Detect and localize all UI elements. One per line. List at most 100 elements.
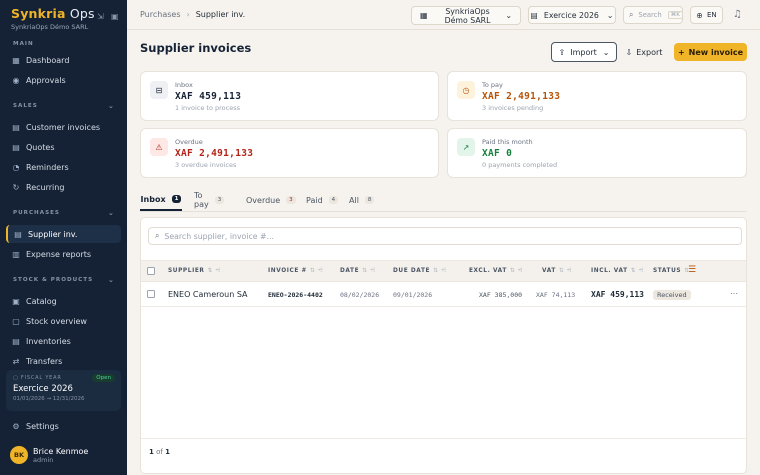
tab-divider <box>140 211 747 212</box>
shortcut-kbd: ⌘K <box>667 11 683 19</box>
main-content: Supplier invoices ⇪ Import ⌄ ⇩ Export + New … <box>127 31 760 475</box>
fiscal-year-selector[interactable]: ▤ Exercice 2026 ⌄ <box>528 6 616 24</box>
chevron-right-icon: › <box>186 10 190 19</box>
sidebar-item-recurring[interactable]: ↻ Recurring <box>6 178 121 196</box>
sidebar-toggle-icon[interactable]: ▣ <box>111 13 119 21</box>
sidebar: Synkria Ops SynkriaOps Démo SARL ⇲ ▣ MAI… <box>0 0 127 475</box>
table-header: SUPPLIER ⇅ ⩤ INVOICE # ⇅ ⩤ DATE ⇅ ⩤ DUE DAT… <box>141 260 746 282</box>
fiscal-year-range: 01/01/2026 → 12/31/2026 <box>13 396 85 402</box>
stat-value: XAF 2,491,133 <box>482 91 561 102</box>
box-icon: ▢ <box>12 316 20 326</box>
chevron-down-icon: ⌄ <box>505 11 513 20</box>
chevron-down-icon: ⌄ <box>108 102 115 110</box>
sidebar-item-catalog[interactable]: ▣ Catalog <box>6 292 121 310</box>
trend-up-icon: ↗ <box>457 138 475 156</box>
tab-to-pay[interactable]: To pay 3 <box>194 189 225 211</box>
table-search-input[interactable]: ⌕ Search supplier, invoice #... <box>148 227 742 245</box>
avatar: BK <box>10 446 28 464</box>
tab-overdue[interactable]: Overdue 3 <box>246 189 296 211</box>
brand-org: SynkriaOps Démo SARL <box>11 23 89 31</box>
col-due-date[interactable]: DUE DATE ⇅ ⩤ <box>393 268 446 275</box>
sidebar-item-dashboard[interactable]: ▦ Dashboard <box>6 51 121 69</box>
chevron-down-icon: ⌄ <box>606 10 614 20</box>
repeat-icon: ↻ <box>12 182 20 192</box>
stat-card-inbox[interactable]: ⊟ Inbox XAF 459,113 1 invoice to process <box>140 71 439 121</box>
breadcrumb-current: Supplier inv. <box>195 10 246 19</box>
col-excl-vat[interactable]: EXCL. VAT ⇅ ⩤ <box>469 268 523 275</box>
building-icon: ▦ <box>419 11 428 20</box>
col-date[interactable]: DATE ⇅ ⩤ <box>340 268 375 275</box>
more-actions-icon[interactable]: ⋯ <box>730 289 738 298</box>
search-icon: ⌕ <box>629 10 634 19</box>
calendar-icon: ▤ <box>530 10 538 20</box>
receipt-icon: ▥ <box>12 249 20 259</box>
approvals-icon: ◉ <box>12 75 20 85</box>
export-button[interactable]: ⇩ Export <box>621 43 667 61</box>
invoice-table-panel: ⌕ Search supplier, invoice #... SUPPLIER… <box>140 217 747 474</box>
bell-icon: ◔ <box>12 162 20 172</box>
section-sales[interactable]: SALES ⌄ <box>13 102 114 110</box>
page-title: Supplier invoices <box>140 41 252 55</box>
chevron-down-icon: ⌄ <box>108 209 115 217</box>
select-all-checkbox[interactable] <box>147 267 155 275</box>
section-stock[interactable]: STOCK & PRODUCTS ⌄ <box>13 276 114 284</box>
sidebar-item-supplier-inv[interactable]: ▤ Supplier inv. <box>6 225 121 243</box>
catalog-icon: ▣ <box>12 296 20 306</box>
stat-card-paid[interactable]: ↗ Paid this month XAF 0 0 payments compl… <box>447 128 747 178</box>
sidebar-item-inventories[interactable]: ▤ Inventories <box>6 332 121 350</box>
col-supplier[interactable]: SUPPLIER ⇅ ⩤ <box>168 268 221 275</box>
user-role: admin <box>33 455 54 464</box>
section-main: MAIN <box>13 41 34 47</box>
transfer-icon: ⇄ <box>12 356 20 366</box>
quote-icon: ▤ <box>12 142 20 152</box>
row-checkbox[interactable] <box>147 290 155 298</box>
sidebar-item-approvals[interactable]: ◉ Approvals <box>6 71 121 89</box>
tab-inbox[interactable]: Inbox 1 <box>140 189 182 211</box>
sidebar-item-quotes[interactable]: ▤ Quotes <box>6 138 121 156</box>
tab-all[interactable]: All 8 <box>349 189 375 211</box>
bell-icon[interactable]: ♫ <box>733 9 742 20</box>
language-selector[interactable]: ⊕ EN <box>690 6 723 24</box>
tab-paid[interactable]: Paid 4 <box>306 189 339 211</box>
stat-value: XAF 459,113 <box>175 91 242 102</box>
clipboard-icon: ▤ <box>12 336 20 346</box>
table-row[interactable]: ENEO Cameroun SA ENEO-2026-4402 08/02/20… <box>141 282 746 307</box>
filter-icon[interactable]: ☰ <box>688 265 696 275</box>
search-button[interactable]: ⌕ Search ⌘K <box>623 6 683 24</box>
invoice-icon: ▤ <box>12 122 20 132</box>
new-invoice-button[interactable]: + New invoice <box>674 43 747 61</box>
sidebar-item-stock-overview[interactable]: ▢ Stock overview <box>6 312 121 330</box>
stat-card-to-pay[interactable]: ◷ To pay XAF 2,491,133 3 invoices pendin… <box>447 71 747 121</box>
sidebar-item-customer-invoices[interactable]: ▤ Customer invoices <box>6 118 121 136</box>
col-invoice[interactable]: INVOICE # ⇅ ⩤ <box>268 268 323 275</box>
dashboard-icon: ▦ <box>12 55 20 65</box>
section-purchases[interactable]: PURCHASES ⌄ <box>13 209 114 217</box>
sidebar-item-transfers[interactable]: ⇄ Transfers <box>6 352 121 370</box>
sidebar-item-reminders[interactable]: ◔ Reminders <box>6 158 121 176</box>
globe-icon: ⊕ <box>696 10 703 20</box>
col-incl-vat[interactable]: INCL. VAT ⇅ ⩤ <box>591 268 644 275</box>
import-button[interactable]: ⇪ Import ⌄ <box>551 42 617 62</box>
user-profile[interactable]: BK Brice Kenmoe admin <box>10 446 88 464</box>
pagination: 1 of 1 <box>149 448 170 456</box>
collapse-icon[interactable]: ⇲ <box>97 13 105 21</box>
gear-icon: ⚙ <box>12 421 20 431</box>
search-icon: ⌕ <box>155 231 160 240</box>
sidebar-item-settings[interactable]: ⚙ Settings <box>6 417 121 435</box>
col-vat[interactable]: VAT ⇅ ⩤ <box>542 268 572 275</box>
col-status[interactable]: STATUS ⇅ <box>653 268 690 274</box>
breadcrumb-purchases[interactable]: Purchases <box>140 10 181 19</box>
stat-card-overdue[interactable]: ⚠ Overdue XAF 2,491,133 3 overdue invoic… <box>140 128 439 178</box>
cell-vat: XAF 74,113 <box>536 291 576 299</box>
fiscal-year-card[interactable]: ▢ FISCAL YEAR Open Exercice 2026 01/01/2… <box>6 370 121 411</box>
fiscal-status-badge: Open <box>92 374 115 382</box>
brand-logo[interactable]: Synkria Ops <box>11 6 95 21</box>
chevron-down-icon: ⌄ <box>602 47 610 57</box>
status-badge: Received <box>653 290 691 300</box>
company-selector[interactable]: ▦ SynkriaOps Démo SARL ⌄ <box>411 6 521 25</box>
inbox-icon: ⊟ <box>150 81 168 99</box>
table-footer-divider <box>141 438 746 439</box>
sidebar-item-expense-reports[interactable]: ▥ Expense reports <box>6 245 121 263</box>
calendar-icon: ▢ <box>13 375 21 381</box>
cell-date: 08/02/2026 <box>340 291 380 299</box>
